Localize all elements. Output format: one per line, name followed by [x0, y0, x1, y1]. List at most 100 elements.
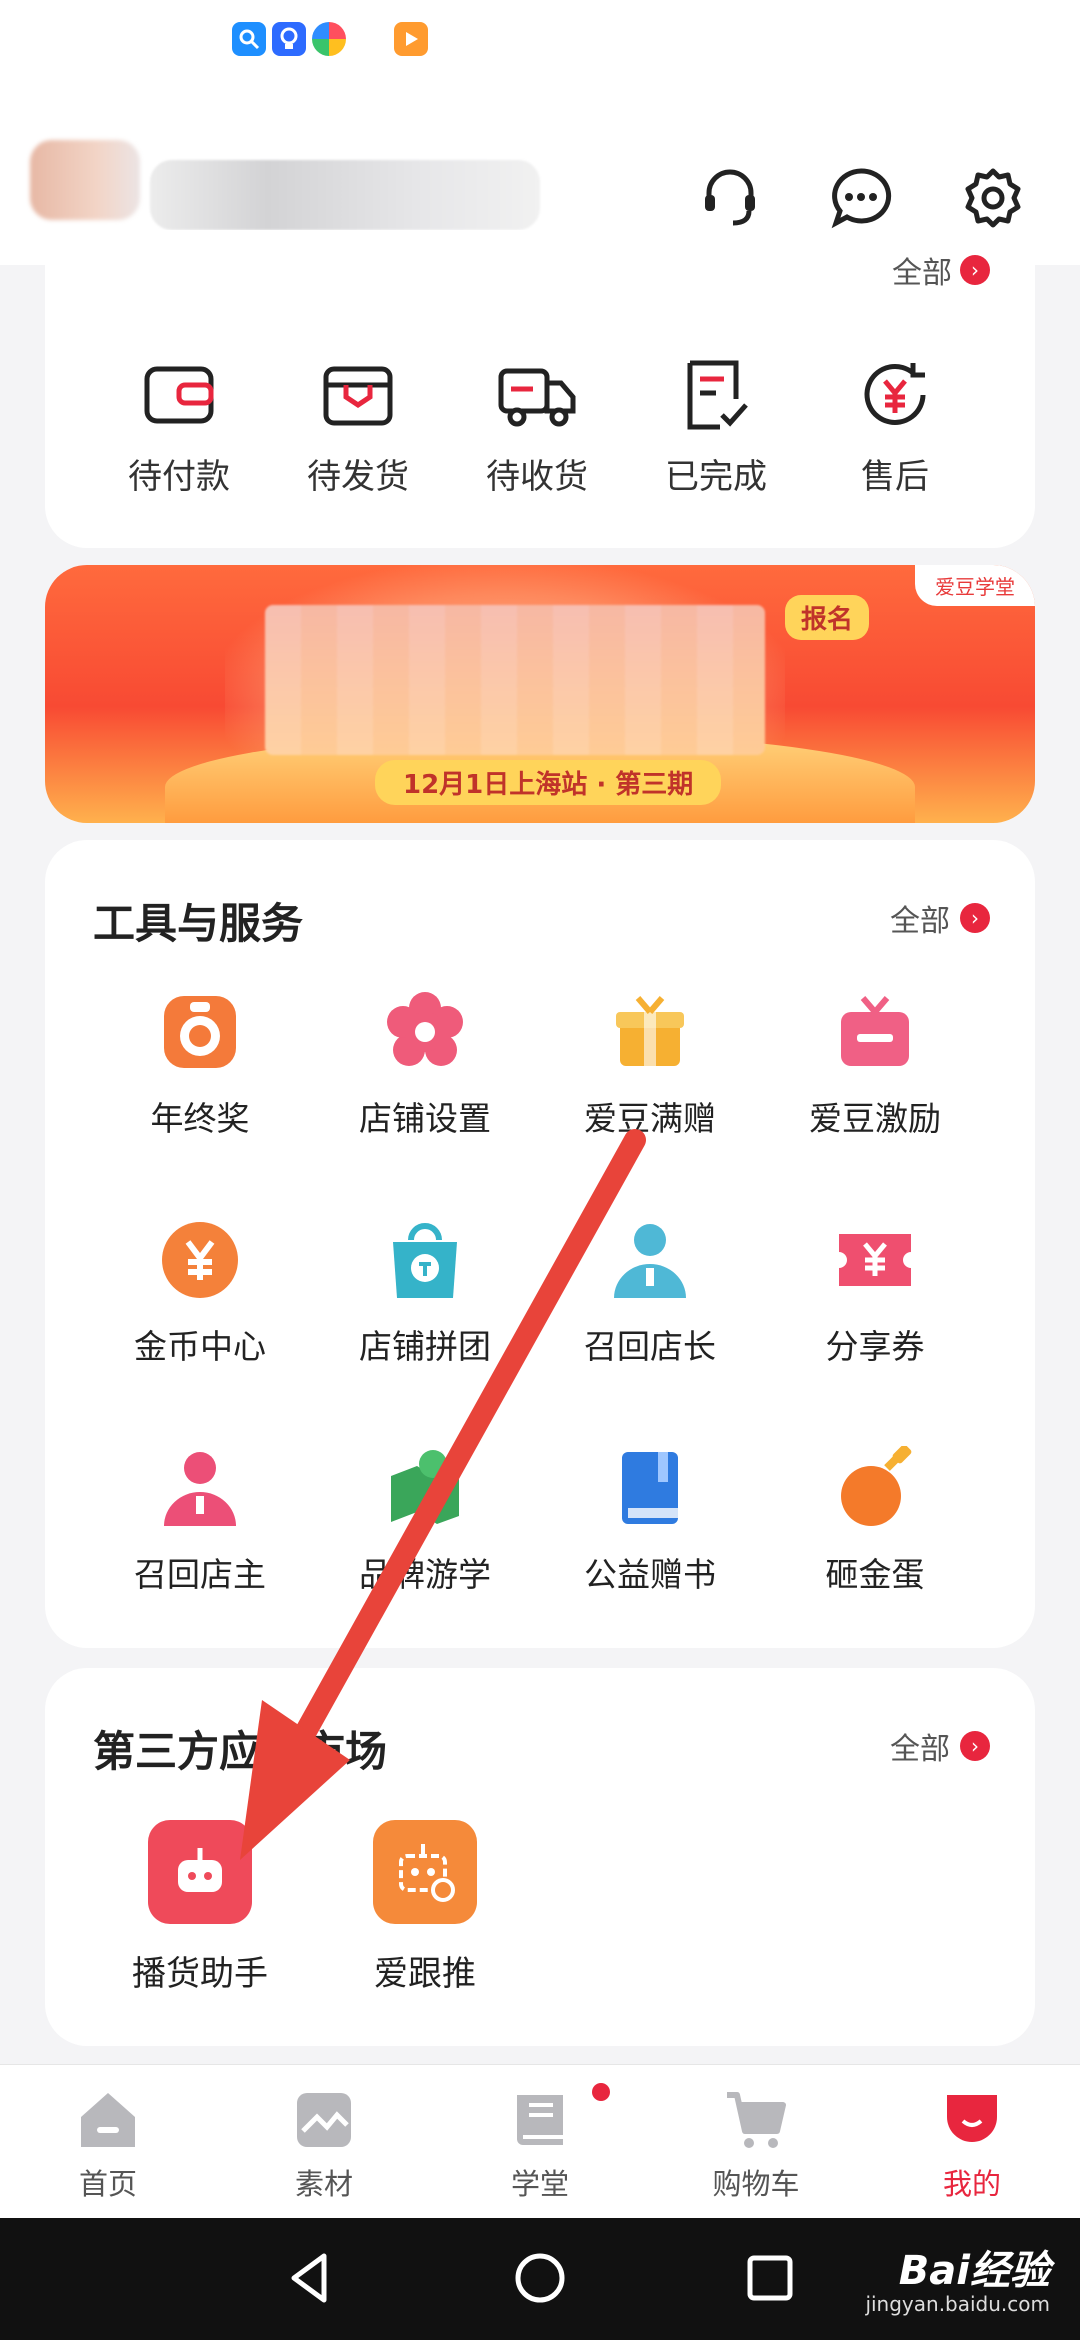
nav-label: 素材	[294, 2167, 353, 2201]
robot-icon	[148, 1820, 252, 1924]
order-after-sales[interactable]: 售后	[825, 355, 965, 498]
user-pink-icon	[164, 1452, 236, 1526]
promo-banner[interactable]: 报名 爱豆学堂 12月1日上海站 · 第三期	[45, 565, 1035, 823]
pinwheel-app-icon	[312, 22, 346, 56]
wallet-icon	[144, 366, 214, 424]
bonus-bag-icon	[164, 996, 236, 1068]
order-label: 待发货	[307, 457, 409, 497]
yen-coin-icon	[162, 1222, 238, 1298]
package-icon	[323, 366, 393, 426]
tool-golden-egg[interactable]: 砸金蛋	[775, 1446, 975, 1596]
brand-travel-icon	[391, 1450, 459, 1524]
tool-label: 公益赠书	[584, 1555, 716, 1594]
third-party-title: 第三方应用市场	[93, 1727, 388, 1776]
order-completed[interactable]: 已完成	[646, 355, 786, 498]
coupon-icon	[839, 1234, 911, 1286]
nav-item-mine[interactable]: 我的	[892, 2087, 1052, 2203]
tool-coin-center[interactable]: 金币中心	[100, 1218, 300, 1368]
chevron-right-icon: ›	[960, 1731, 990, 1761]
tool-group-buy[interactable]: 店铺拼团	[325, 1218, 525, 1368]
tool-recall-owner[interactable]: 召回店主	[100, 1446, 300, 1596]
bottom-nav: 首页 素材 学堂 购物车 我的	[0, 2064, 1080, 2218]
banner-tag: 爱豆学堂	[915, 565, 1035, 606]
order-label: 待收货	[486, 457, 588, 497]
settings-gear-icon[interactable]	[955, 160, 1031, 236]
image-icon	[297, 2093, 351, 2147]
app-aigentui[interactable]: 爱跟推	[325, 1820, 525, 1995]
tool-label: 爱豆激励	[809, 1099, 941, 1138]
app-broadcast-assistant[interactable]: 播货助手	[100, 1820, 300, 1995]
orders-all-link[interactable]: 全部 ›	[892, 248, 990, 292]
banner-title-blurred	[265, 605, 765, 755]
tools-title: 工具与服务	[93, 899, 304, 948]
order-pending-payment[interactable]: 待付款	[109, 355, 249, 498]
watermark-url: jingyan.baidu.com	[865, 2292, 1050, 2316]
tool-shop-settings[interactable]: 店铺设置	[325, 990, 525, 1140]
nav-item-home[interactable]: 首页	[28, 2087, 188, 2203]
tool-label: 金币中心	[134, 1327, 266, 1366]
cart-icon	[727, 2092, 786, 2148]
customer-service-icon[interactable]	[692, 160, 768, 236]
nav-label: 我的	[942, 2167, 1001, 2201]
tool-label: 爱豆满赠	[584, 1099, 716, 1138]
third-party-market-card: 第三方应用市场 全部 › 播货助手 爱跟推	[45, 1668, 1035, 2046]
tool-label: 砸金蛋	[825, 1555, 925, 1594]
tool-label: 年终奖	[150, 1099, 250, 1138]
tools-all-link[interactable]: 全部 ›	[890, 896, 990, 940]
app-label: 播货助手	[132, 1954, 268, 1994]
order-label: 已完成	[665, 457, 767, 497]
user-blue-icon	[614, 1224, 686, 1298]
tool-share-coupon[interactable]: 分享券	[775, 1218, 975, 1368]
play-app-icon	[394, 22, 428, 56]
nav-label: 购物车	[712, 2167, 800, 2201]
tool-label: 店铺拼团	[359, 1327, 491, 1366]
tools-all-label: 全部	[890, 904, 950, 939]
book-nav-icon	[517, 2095, 563, 2145]
tool-label: 品牌游学	[359, 1555, 491, 1594]
tool-charity-books[interactable]: 公益赠书	[550, 1446, 750, 1596]
nav-item-materials[interactable]: 素材	[244, 2087, 404, 2203]
tool-label: 召回店主	[134, 1555, 266, 1594]
tool-aidou-gift[interactable]: 爱豆满赠	[550, 990, 750, 1140]
order-pending-receipt[interactable]: 待收货	[467, 355, 607, 498]
message-icon[interactable]	[823, 160, 899, 236]
checked-document-icon	[687, 360, 748, 430]
app-label: 爱跟推	[374, 1954, 476, 1994]
chevron-right-icon: ›	[960, 255, 990, 285]
order-pending-shipment[interactable]: 待发货	[288, 355, 428, 498]
bulb-app-icon	[272, 22, 306, 56]
search-app-icon	[232, 22, 266, 56]
reward-gift-icon	[841, 996, 909, 1066]
tool-year-end-bonus[interactable]: 年终奖	[100, 990, 300, 1140]
order-label: 售后	[861, 457, 929, 497]
home-circle-icon[interactable]	[510, 2248, 570, 2308]
notification-dot	[592, 2083, 610, 2101]
tools-services-card: 工具与服务 全部 › 年终奖 店铺设置 爱豆满赠 爱豆激励 金币中心 店铺拼团 …	[45, 840, 1035, 1648]
nav-label: 首页	[78, 2167, 137, 2201]
username-blurred	[150, 160, 540, 230]
book-icon	[622, 1452, 678, 1524]
truck-icon	[498, 368, 576, 427]
tool-aidou-incentive[interactable]: 爱豆激励	[775, 990, 975, 1140]
home-icon	[81, 2093, 135, 2147]
tool-label: 店铺设置	[359, 1099, 491, 1138]
tool-brand-study-tour[interactable]: 品牌游学	[325, 1446, 525, 1596]
nav-item-cart[interactable]: 购物车	[676, 2087, 836, 2203]
status-bar-app-icons	[232, 22, 428, 56]
order-label: 待付款	[128, 457, 230, 497]
chevron-right-icon: ›	[960, 903, 990, 933]
flower-gear-icon	[387, 992, 463, 1066]
tool-recall-manager[interactable]: 召回店长	[550, 1218, 750, 1368]
banner-caption: 12月1日上海站 · 第三期	[375, 760, 722, 805]
orders-card: 全部 › 待付款 待发货 待收货 已完成 售后	[45, 230, 1035, 548]
avatar[interactable]	[30, 140, 140, 220]
recents-icon[interactable]	[740, 2248, 800, 2308]
back-icon[interactable]	[280, 2248, 340, 2308]
profile-icon	[947, 2095, 997, 2142]
golden-egg-icon	[841, 1446, 912, 1526]
tool-label: 分享券	[825, 1327, 925, 1366]
third-party-all-link[interactable]: 全部 ›	[890, 1724, 990, 1768]
watermark-logo: Bai经验	[898, 2248, 1050, 2294]
nav-item-academy[interactable]: 学堂	[460, 2087, 620, 2203]
robot-gear-icon	[373, 1820, 477, 1924]
